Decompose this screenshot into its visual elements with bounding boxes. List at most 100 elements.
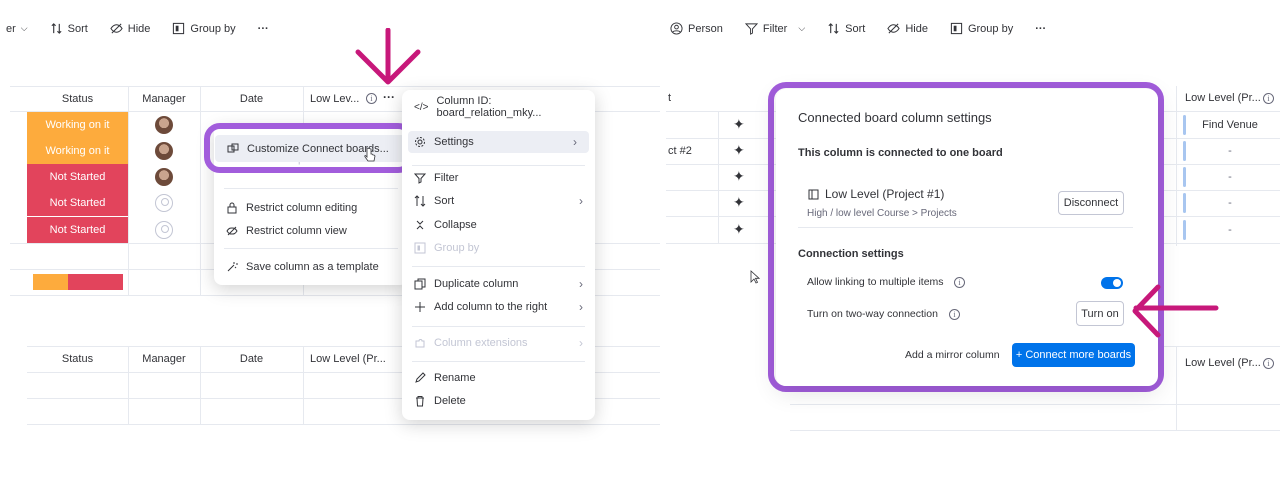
low-level-column-header[interactable]: Low Level (Pr...: [1185, 357, 1261, 369]
left-panel: er ⌵ Sort Hide Group by ··· Status Manag…: [0, 0, 660, 495]
hide-button[interactable]: Hide: [887, 22, 928, 35]
partial-header: t: [668, 92, 672, 104]
menu-item-collapse[interactable]: Collapse: [402, 214, 595, 236]
person-filter-partial[interactable]: er ⌵: [6, 23, 28, 35]
connection-settings-heading: Connection settings: [798, 248, 904, 260]
partial-item-name[interactable]: ct #2: [668, 145, 692, 157]
sort-button[interactable]: Sort: [50, 22, 88, 35]
filter-label: Filter: [762, 22, 788, 35]
status-cell[interactable]: Not Started: [27, 217, 128, 243]
info-icon[interactable]: i: [1263, 93, 1274, 104]
turn-on-button[interactable]: Turn on: [1076, 301, 1124, 326]
chevron-down-icon[interactable]: ⌵: [798, 23, 805, 34]
menu-item-save-template[interactable]: Save column as a template: [214, 256, 408, 278]
group-by-button[interactable]: Group by: [172, 22, 236, 35]
sparkle-icon[interactable]: ✦: [733, 221, 745, 238]
right-toolbar: Person Filter ⌵ Sort Hide Group by ···: [670, 22, 1046, 35]
connected-item-value[interactable]: -: [1190, 171, 1270, 183]
manager-column-header[interactable]: Manager: [128, 93, 200, 105]
board-path: High / low level Course > Projects: [807, 208, 957, 219]
grid-line: [200, 86, 201, 296]
arrow-down-icon: [355, 28, 421, 85]
connected-item-value[interactable]: -: [1190, 197, 1270, 209]
allow-linking-toggle[interactable]: [1101, 277, 1123, 289]
filter-button[interactable]: Filter ⌵: [744, 22, 805, 35]
low-level-column-header[interactable]: Low Lev...: [310, 93, 360, 105]
connect-more-boards-button[interactable]: + Connect more boards: [1012, 343, 1135, 367]
grid-line: [303, 346, 304, 424]
menu-item-duplicate-column[interactable]: Duplicate column ›: [402, 273, 595, 295]
menu-item-filter[interactable]: Filter: [402, 167, 595, 189]
sort-icon: [51, 23, 62, 34]
arrow-left-icon: [1132, 284, 1219, 338]
group-by-icon: [173, 22, 185, 35]
connected-item-value[interactable]: Find Venue: [1190, 119, 1270, 131]
add-mirror-column-link[interactable]: Add a mirror column: [905, 349, 1000, 361]
menu-item-customize-connect-boards[interactable]: Customize Connect boards...: [215, 135, 405, 162]
menu-item-restrict-editing[interactable]: Restrict column editing: [214, 197, 408, 219]
menu-item-rename[interactable]: Rename: [402, 367, 595, 389]
menu-item-sort[interactable]: Sort ›: [402, 190, 595, 212]
connected-item-bar: [1183, 115, 1186, 135]
grid-line: [10, 86, 660, 87]
menu-separator: [224, 248, 398, 249]
connected-item-bar: [1183, 193, 1186, 213]
chevron-right-icon: ›: [579, 277, 583, 291]
avatar[interactable]: [155, 168, 173, 186]
status-column-header[interactable]: Status: [27, 353, 128, 365]
board-icon: [808, 189, 819, 200]
menu-item-column-id[interactable]: </> Column ID: board_relation_mky...: [402, 95, 595, 119]
chevron-down-icon: ⌵: [20, 23, 28, 33]
connect-boards-icon: [227, 143, 239, 152]
disconnect-button[interactable]: Disconnect: [1058, 191, 1124, 215]
avatar[interactable]: [155, 116, 173, 134]
date-column-header[interactable]: Date: [200, 353, 303, 365]
manager-column-header[interactable]: Manager: [128, 353, 200, 365]
sparkle-icon[interactable]: ✦: [733, 116, 745, 133]
date-column-header[interactable]: Date: [200, 93, 303, 105]
group-by-label: Group by: [190, 22, 236, 35]
sparkle-icon[interactable]: ✦: [733, 142, 745, 159]
person-filter-button[interactable]: Person: [670, 22, 723, 35]
info-icon[interactable]: i: [1263, 358, 1274, 369]
connected-item-value[interactable]: -: [1190, 224, 1270, 236]
menu-item-restrict-view[interactable]: Restrict column view: [214, 220, 408, 242]
grid-line: [1176, 86, 1177, 246]
menu-item-label: Sort: [434, 195, 455, 207]
grid-line: [1176, 346, 1177, 430]
menu-item-add-column-right[interactable]: Add column to the right ›: [402, 296, 595, 318]
status-cell[interactable]: Not Started: [27, 190, 128, 216]
info-icon[interactable]: i: [366, 93, 377, 104]
menu-item-label: Restrict column editing: [246, 202, 358, 214]
more-actions-button[interactable]: ···: [258, 23, 269, 35]
status-cell[interactable]: Not Started: [27, 164, 128, 190]
sparkle-icon[interactable]: ✦: [733, 168, 745, 185]
magic-wand-icon: [227, 262, 238, 272]
plus-icon: [415, 302, 425, 312]
hide-button[interactable]: Hide: [110, 22, 150, 35]
menu-item-delete[interactable]: Delete: [402, 390, 595, 412]
low-level-column-header[interactable]: Low Level (Pr...: [1185, 92, 1261, 104]
group-by-button[interactable]: Group by: [950, 22, 1013, 35]
menu-item-label: Column ID: board_relation_mky...: [436, 95, 542, 119]
low-level-column-header[interactable]: Low Level (Pr...: [310, 353, 390, 365]
grid-line: [718, 111, 719, 243]
avatar[interactable]: [155, 142, 173, 160]
more-actions-button[interactable]: ···: [1035, 23, 1046, 35]
connected-item-value[interactable]: -: [1190, 145, 1270, 157]
sparkle-icon[interactable]: ✦: [733, 194, 745, 211]
empty-avatar[interactable]: [155, 221, 173, 239]
status-column-header[interactable]: Status: [27, 93, 128, 105]
status-cell[interactable]: Working on it: [27, 138, 128, 164]
menu-item-settings[interactable]: Settings ›: [408, 131, 589, 153]
status-cell[interactable]: Working on it: [27, 112, 128, 138]
sort-button[interactable]: Sort: [827, 22, 865, 35]
mouse-cursor-icon: [750, 270, 760, 284]
info-icon[interactable]: i: [954, 277, 965, 288]
sort-label: Sort: [67, 22, 88, 35]
info-icon[interactable]: i: [949, 309, 960, 320]
more-dots-icon: ···: [1035, 22, 1047, 35]
empty-avatar[interactable]: [155, 194, 173, 212]
menu-item-label: Add column to the right: [434, 301, 548, 313]
column-menu-dots-icon[interactable]: ···: [383, 90, 395, 104]
